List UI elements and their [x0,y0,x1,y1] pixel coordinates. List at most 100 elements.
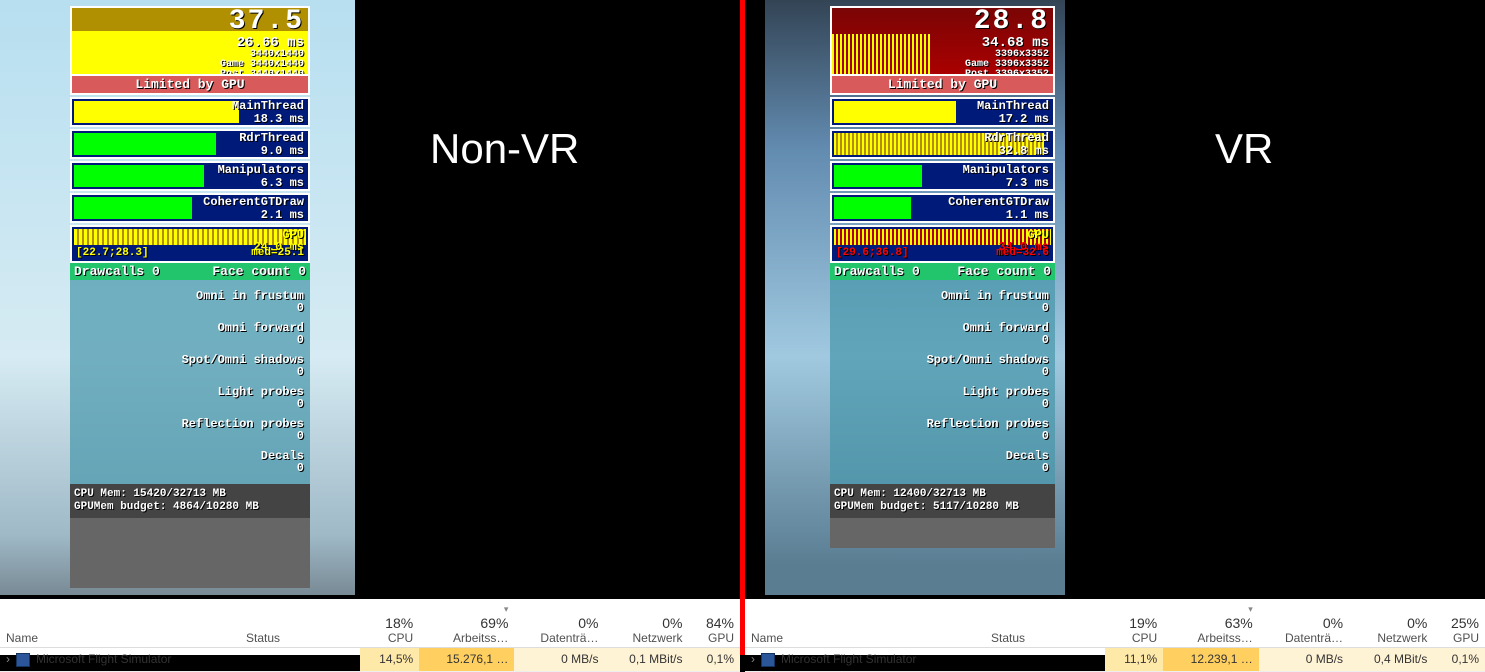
disk-cell: 0 MB/s [514,648,604,672]
limited-label: Limited by GPU [830,76,1055,95]
process-name: Microsoft Flight Simulator [36,652,171,666]
col-cpu[interactable]: 19%CPU [1105,599,1163,648]
thread-label: RdrThread32.8 ms [984,132,1049,158]
scene-stat-item: Omni forward0 [76,318,304,350]
scene-stats: Omni in frustum0Omni forward0Spot/Omni s… [830,280,1055,484]
net-cell: 0,1 MBit/s [604,648,688,672]
task-manager: Name Status 18%CPU ▾69%Arbeitss… 0%Daten… [0,599,740,655]
thread-label: CoherentGTDraw2.1 ms [203,196,304,222]
thread-row: RdrThread9.0 ms [70,129,310,159]
col-disk[interactable]: 0%Datenträ… [514,599,604,648]
facecount-value: 0 [1043,264,1051,279]
scene-stat-item: Decals0 [836,446,1049,478]
thread-row: Manipulators6.3 ms [70,161,310,191]
scene-stat-item: Reflection probes0 [836,414,1049,446]
cpu-mem: CPU Mem: 12400/32713 MB [834,488,1051,501]
scene-stat-item: Light probes0 [76,382,304,414]
graph-placeholder [830,518,1055,548]
thread-row: Manipulators7.3 ms [830,161,1055,191]
col-status[interactable]: Status [985,599,1105,648]
process-name: Microsoft Flight Simulator [781,652,916,666]
thread-row: MainThread17.2 ms [830,97,1055,127]
col-net[interactable]: 0%Netzwerk [604,599,688,648]
table-row[interactable]: › Microsoft Flight Simulator 14,5% 15.276… [0,648,740,672]
scene-stat-item: Spot/Omni shadows0 [76,350,304,382]
thread-rows: MainThread18.3 ms RdrThread9.0 msManipula… [70,97,310,223]
fps-box: 37.5 26.66 ms 3440x1440 Game 3440x1440 P… [70,6,310,76]
col-gpu[interactable]: 25%GPU [1433,599,1485,648]
gpu-mem: GPUMem budget: 4864/10280 MB [74,501,306,514]
thread-fill [74,165,204,187]
cpu-mem: CPU Mem: 15420/32713 MB [74,488,306,501]
expand-icon[interactable]: › [6,652,16,666]
col-gpu[interactable]: 84%GPU [689,599,741,648]
drawcalls-label: Drawcalls [834,264,904,279]
dev-overlay: 28.8 34.68 ms 3396x3352 Game 3396x3352 P… [830,6,1055,548]
gpu-cell: 0,1% [689,648,741,672]
col-name[interactable]: Name [0,599,240,648]
fps-value: 28.8 [974,8,1049,36]
facecount-label: Face count [212,264,290,279]
facecount-label: Face count [957,264,1035,279]
thread-fill [834,165,922,187]
drawcalls-label: Drawcalls [74,264,144,279]
gpu-range: [22.7;28.3] [76,248,149,259]
post-resolution: Post 3396x3352 [965,70,1049,76]
thread-fill [74,101,239,123]
mem-cell: 15.276,1 … [419,648,514,672]
mem-cell: 12.239,1 … [1163,648,1259,672]
task-manager: Name Status 19%CPU ▾63%Arbeitss… 0%Daten… [745,599,1485,655]
thread-label: MainThread17.2 ms [977,100,1049,126]
scene-stat-item: Light probes0 [836,382,1049,414]
scene-stat-item: Reflection probes0 [76,414,304,446]
drawcalls-value: 0 [152,264,160,279]
cpu-cell: 14,5% [360,648,419,672]
scene-stats: Omni in frustum0Omni forward0Spot/Omni s… [70,280,310,484]
right-panel: VR 28.8 34.68 ms 3396x3352 Game 3396x335… [745,0,1485,655]
gpu-mem: GPUMem budget: 5117/10280 MB [834,501,1051,514]
gpu-median: med=32.6 [996,248,1049,259]
gpu-cell: 0,1% [1433,648,1485,672]
panel-title: VR [1215,125,1273,173]
col-name[interactable]: Name [745,599,985,648]
fps-ms: 34.68 ms [982,36,1049,50]
facecount-value: 0 [298,264,306,279]
post-resolution: Post 3440x1440 [220,70,304,72]
scene-stat-item: Omni in frustum0 [76,286,304,318]
thread-rows: MainThread17.2 ms RdrThread32.8 ms Manipul… [830,97,1055,223]
panel-title: Non-VR [430,125,579,173]
scene-stat-item: Omni in frustum0 [836,286,1049,318]
col-status[interactable]: Status [240,599,360,648]
table-row[interactable]: › Microsoft Flight Simulator 11,1% 12.239… [745,648,1485,672]
scene-stat-item: Spot/Omni shadows0 [836,350,1049,382]
left-panel: Non-VR 37.5 26.66 ms 3440x1440 Game 3440… [0,0,740,655]
thread-label: MainThread18.3 ms [232,100,304,126]
drawcalls-row: Drawcalls 0 Face count 0 [70,263,310,280]
graph-placeholder [70,518,310,588]
expand-icon[interactable]: › [751,652,761,666]
gpu-range: [29.6;36.8] [836,248,909,259]
thread-row: CoherentGTDraw2.1 ms [70,193,310,223]
thread-fill [834,197,911,219]
thread-fill [834,101,956,123]
col-mem[interactable]: ▾63%Arbeitss… [1163,599,1259,648]
col-net[interactable]: 0%Netzwerk [1349,599,1433,648]
gpu-median: med=25.1 [251,248,304,259]
dev-overlay: 37.5 26.66 ms 3440x1440 Game 3440x1440 P… [70,6,310,588]
memory-section: CPU Mem: 15420/32713 MB GPUMem budget: 4… [70,484,310,518]
drawcalls-value: 0 [912,264,920,279]
thread-label: Manipulators7.3 ms [963,164,1049,190]
scene-stat-item: Omni forward0 [836,318,1049,350]
memory-section: CPU Mem: 12400/32713 MB GPUMem budget: 5… [830,484,1055,518]
scene-stat-item: Decals0 [76,446,304,478]
gpu-row: GPU 34.0 ms [29.6;36.8] med=32.6 [830,225,1055,263]
col-mem[interactable]: ▾69%Arbeitss… [419,599,514,648]
thread-fill [74,133,216,155]
disk-cell: 0 MB/s [1259,648,1349,672]
drawcalls-row: Drawcalls 0 Face count 0 [830,263,1055,280]
col-cpu[interactable]: 18%CPU [360,599,419,648]
fps-bars [832,34,931,74]
cpu-cell: 11,1% [1105,648,1163,672]
fps-ms: 26.66 ms [237,36,304,50]
col-disk[interactable]: 0%Datenträ… [1259,599,1349,648]
